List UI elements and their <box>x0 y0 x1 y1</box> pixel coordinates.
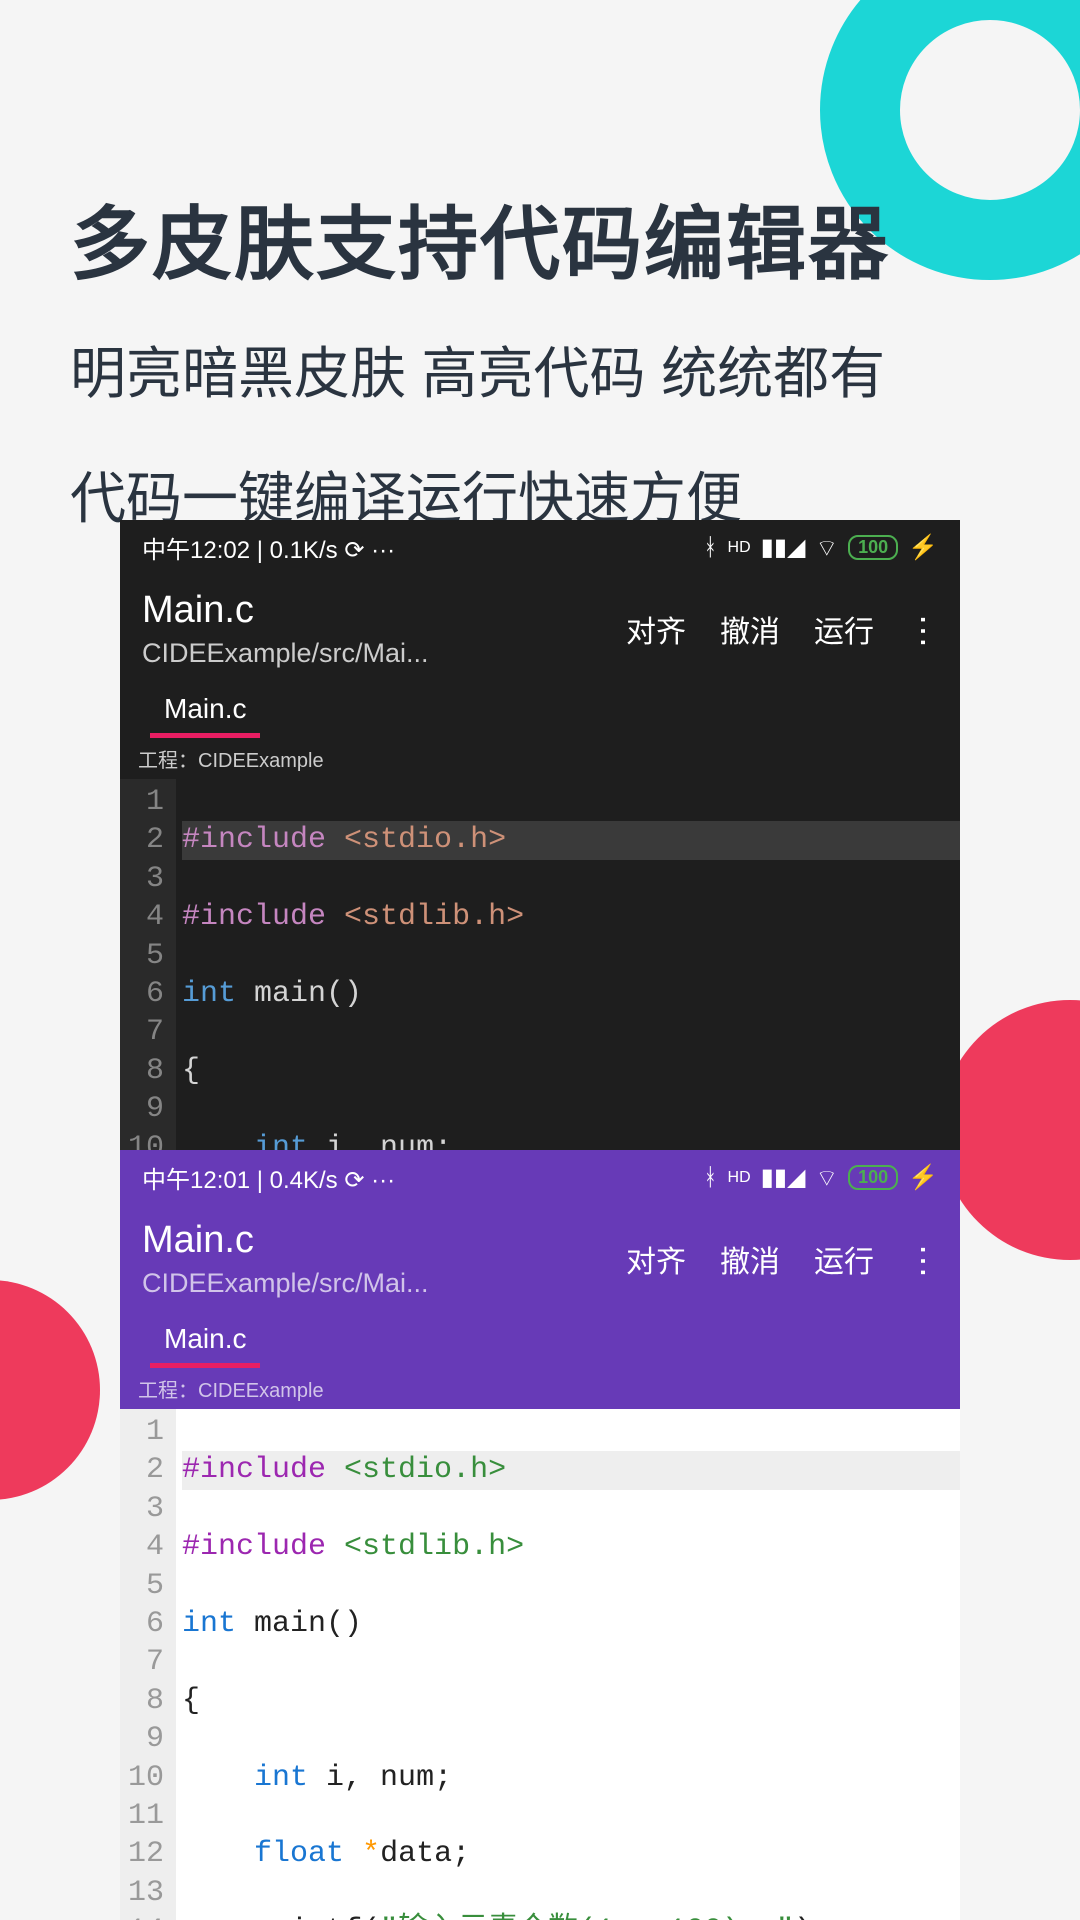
align-button[interactable]: 对齐 <box>626 607 686 651</box>
code-line: int main() <box>182 975 960 1013</box>
code-line: int i, num; <box>182 1129 960 1150</box>
line-number: 7 <box>128 1643 164 1681</box>
run-button[interactable]: 运行 <box>814 1237 874 1281</box>
battery-badge: 100 <box>848 535 898 560</box>
tab-main-c[interactable]: Main.c <box>150 683 260 738</box>
appbar-left: Main.c CIDEExample/src/Mai... <box>142 1219 626 1299</box>
gutter: 1 2 3 4 5 6 7 8 9 10 11 12 13 14 <box>120 1409 176 1920</box>
line-number: 1 <box>128 783 164 821</box>
line-number: 3 <box>128 1490 164 1528</box>
file-path: CIDEExample/src/Mai... <box>142 1268 626 1299</box>
battery-badge: 100 <box>848 1165 898 1190</box>
file-title: Main.c <box>142 1219 626 1262</box>
code-line: int i, num; <box>182 1759 960 1797</box>
appbar-actions: 对齐 撤消 运行 ⋯ <box>626 1237 938 1281</box>
editor-light[interactable]: 1 2 3 4 5 6 7 8 9 10 11 12 13 14 #includ… <box>120 1409 960 1920</box>
status-time: 中午12:02 | 0.1K/s <box>142 537 338 564</box>
wifi-icon: ⌔ <box>816 1163 839 1193</box>
code-line: { <box>182 1052 960 1090</box>
undo-button[interactable]: 撤消 <box>720 607 780 651</box>
status-more-icon: ··· <box>371 1167 395 1194</box>
file-path: CIDEExample/src/Mai... <box>142 638 626 669</box>
code-line: #include <stdlib.h> <box>182 1528 960 1566</box>
project-label: 工程：CIDEExample <box>120 738 960 779</box>
code-line: int main() <box>182 1605 960 1643</box>
wifi-icon: ⌔ <box>816 533 839 563</box>
line-number: 4 <box>128 1528 164 1566</box>
code-area[interactable]: #include <stdio.h> #include <stdlib.h> i… <box>176 1409 960 1920</box>
line-number: 10 <box>128 1129 164 1150</box>
status-left: 中午12:01 | 0.4K/s ⟳ ··· <box>142 1160 395 1195</box>
line-number: 5 <box>128 1567 164 1605</box>
editor-dark[interactable]: 1 2 3 4 5 6 7 8 9 10 11 12 #include <std… <box>120 779 960 1150</box>
line-number: 6 <box>128 1605 164 1643</box>
line-number: 11 <box>128 1797 164 1835</box>
phone-dark: 中午12:02 | 0.1K/s ⟳ ··· ᚼ HD ▮▮◢ ⌔ 100 ⚡ … <box>120 520 960 1150</box>
statusbar-dark: 中午12:02 | 0.1K/s ⟳ ··· ᚼ HD ▮▮◢ ⌔ 100 ⚡ <box>120 520 960 575</box>
line-number: 8 <box>128 1682 164 1720</box>
hero-text: 多皮肤支持代码编辑器 明亮暗黑皮肤 高亮代码 统统都有 代码一键编译运行快速方便 <box>70 180 890 546</box>
status-time: 中午12:01 | 0.4K/s <box>142 1167 338 1194</box>
hero-title: 多皮肤支持代码编辑器 <box>70 180 890 296</box>
status-icon-rotation: ⟳ <box>344 1167 364 1194</box>
line-number: 1 <box>128 1413 164 1451</box>
charge-icon: ⚡ <box>908 1163 938 1192</box>
decor-circle-pink-left <box>0 1280 100 1500</box>
code-line: #include <stdio.h> <box>182 1451 960 1489</box>
line-number: 7 <box>128 1013 164 1051</box>
hd-icon: HD <box>728 539 751 557</box>
line-number: 13 <box>128 1874 164 1912</box>
signal-icon: ▮▮◢ <box>761 1163 806 1192</box>
line-number: 5 <box>128 937 164 975</box>
hero-line1: 明亮暗黑皮肤 高亮代码 统统都有 <box>70 326 890 421</box>
line-number: 8 <box>128 1052 164 1090</box>
run-button[interactable]: 运行 <box>814 607 874 651</box>
align-button[interactable]: 对齐 <box>626 1237 686 1281</box>
status-icon-rotation: ⟳ <box>344 537 364 564</box>
appbar-dark: Main.c CIDEExample/src/Mai... 对齐 撤消 运行 ⋯ <box>120 575 960 683</box>
code-line: #include <stdlib.h> <box>182 898 960 936</box>
line-number: 10 <box>128 1759 164 1797</box>
code-line: #include <stdio.h> <box>182 821 960 859</box>
line-number: 14 <box>128 1912 164 1920</box>
line-number: 6 <box>128 975 164 1013</box>
project-label: 工程：CIDEExample <box>120 1368 960 1409</box>
hd-icon: HD <box>728 1169 751 1187</box>
appbar-light: Main.c CIDEExample/src/Mai... 对齐 撤消 运行 ⋯ <box>120 1205 960 1313</box>
bluetooth-icon: ᚼ <box>703 534 717 562</box>
undo-button[interactable]: 撤消 <box>720 1237 780 1281</box>
overflow-menu-icon[interactable]: ⋯ <box>903 1244 943 1274</box>
status-right: ᚼ HD ▮▮◢ ⌔ 100 ⚡ <box>703 1163 938 1193</box>
status-left: 中午12:02 | 0.1K/s ⟳ ··· <box>142 530 395 565</box>
file-title: Main.c <box>142 589 626 632</box>
appbar-actions: 对齐 撤消 运行 ⋯ <box>626 607 938 651</box>
gutter: 1 2 3 4 5 6 7 8 9 10 11 12 <box>120 779 176 1150</box>
charge-icon: ⚡ <box>908 533 938 562</box>
phone-light: 中午12:01 | 0.4K/s ⟳ ··· ᚼ HD ▮▮◢ ⌔ 100 ⚡ … <box>120 1150 960 1920</box>
status-right: ᚼ HD ▮▮◢ ⌔ 100 ⚡ <box>703 533 938 563</box>
code-line: printf("输入元素个数(1 ~ 100): "); <box>182 1912 960 1920</box>
line-number: 2 <box>128 821 164 859</box>
signal-icon: ▮▮◢ <box>761 533 806 562</box>
status-more-icon: ··· <box>371 537 395 564</box>
code-line: float *data; <box>182 1835 960 1873</box>
overflow-menu-icon[interactable]: ⋯ <box>903 614 943 644</box>
tabbar-dark: Main.c <box>120 683 960 738</box>
line-number: 12 <box>128 1835 164 1873</box>
line-number: 3 <box>128 860 164 898</box>
line-number: 9 <box>128 1720 164 1758</box>
line-number: 9 <box>128 1090 164 1128</box>
statusbar-light: 中午12:01 | 0.4K/s ⟳ ··· ᚼ HD ▮▮◢ ⌔ 100 ⚡ <box>120 1150 960 1205</box>
decor-circle-pink-right <box>940 1000 1080 1260</box>
line-number: 4 <box>128 898 164 936</box>
appbar-left: Main.c CIDEExample/src/Mai... <box>142 589 626 669</box>
bluetooth-icon: ᚼ <box>703 1164 717 1192</box>
code-line: { <box>182 1682 960 1720</box>
line-number: 2 <box>128 1451 164 1489</box>
code-area[interactable]: #include <stdio.h> #include <stdlib.h> i… <box>176 779 960 1150</box>
tab-main-c[interactable]: Main.c <box>150 1313 260 1368</box>
tabbar-light: Main.c <box>120 1313 960 1368</box>
